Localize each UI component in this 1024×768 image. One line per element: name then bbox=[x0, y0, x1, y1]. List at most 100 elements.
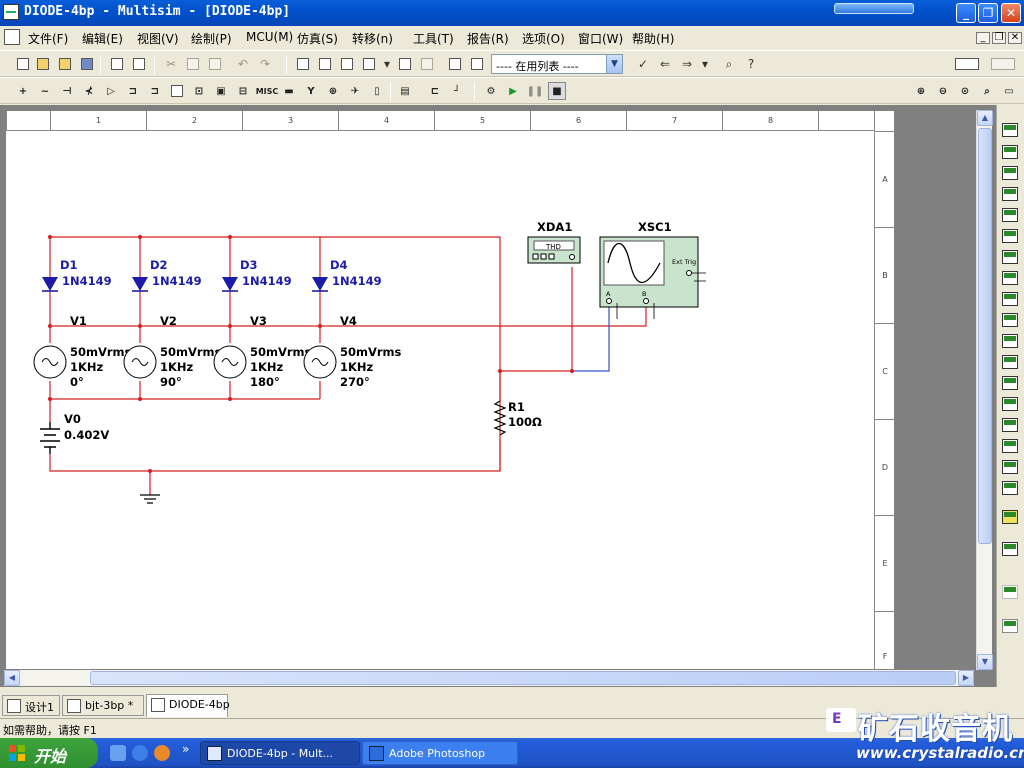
title-bar[interactable]: DIODE-4bp - Multisim - [DIODE-4bp] _ ❐ ✕ bbox=[0, 0, 1024, 26]
chevron-down-icon[interactable]: ▼ bbox=[606, 55, 622, 73]
oscilloscope-xsc1[interactable]: XSC1 Ext Trig A B bbox=[599, 220, 706, 319]
spreadsheet-view-icon[interactable] bbox=[316, 55, 334, 73]
place-ttl-icon[interactable]: ⊐ bbox=[124, 82, 142, 100]
grapher-dropdown-icon[interactable]: ▾ bbox=[378, 55, 396, 73]
horizontal-scrollbar[interactable]: ◀ ▶ bbox=[4, 670, 974, 686]
menu-view[interactable]: 视图(V) bbox=[137, 30, 179, 47]
electrical-rules-icon[interactable] bbox=[418, 55, 436, 73]
agilent-oscilloscope-icon[interactable] bbox=[1002, 460, 1018, 474]
place-cmos-icon[interactable]: ⊐ bbox=[146, 82, 164, 100]
save-icon[interactable] bbox=[78, 55, 96, 73]
place-diode-icon[interactable]: ⊣ bbox=[58, 82, 76, 100]
place-analog-icon[interactable]: ▷ bbox=[102, 82, 120, 100]
minimize-button[interactable]: _ bbox=[956, 3, 976, 23]
wattmeter-icon[interactable] bbox=[1002, 166, 1018, 180]
word-generator-icon[interactable] bbox=[1002, 271, 1018, 285]
diode-d4[interactable]: D4 1N4149 bbox=[312, 258, 382, 292]
help-icon[interactable]: ? bbox=[742, 55, 760, 73]
place-electromechanical-icon[interactable]: ⊕ bbox=[324, 82, 342, 100]
database-manager-icon[interactable] bbox=[338, 55, 356, 73]
undo-icon[interactable]: ↶ bbox=[234, 55, 252, 73]
place-basic-icon[interactable]: ~ bbox=[36, 82, 54, 100]
multisim-app-icon[interactable] bbox=[3, 4, 19, 20]
place-hierarchical-block-icon[interactable]: ▤ bbox=[396, 82, 414, 100]
open-sample-icon[interactable] bbox=[56, 55, 74, 73]
forward-annotate-icon[interactable]: ⇐ bbox=[656, 55, 674, 73]
diode-d1[interactable]: D1 1N4149 bbox=[42, 258, 112, 292]
quicklaunch-media-icon[interactable] bbox=[154, 745, 170, 761]
zoom-out-icon[interactable]: ⊖ bbox=[934, 82, 952, 100]
zoom-in-icon[interactable]: ⊕ bbox=[912, 82, 930, 100]
print-preview-icon[interactable] bbox=[130, 55, 148, 73]
logic-converter-icon[interactable] bbox=[1002, 313, 1018, 327]
scroll-right-icon[interactable]: ▶ bbox=[958, 670, 974, 686]
vertical-scroll-thumb[interactable] bbox=[978, 128, 992, 544]
frequency-counter-icon[interactable] bbox=[1002, 250, 1018, 264]
simulate-settings-icon[interactable]: ⚙ bbox=[482, 82, 500, 100]
menu-reports[interactable]: 报告(R) bbox=[467, 30, 509, 47]
taskbar-photoshop-window[interactable]: Adobe Photoshop bbox=[362, 741, 518, 765]
measurement-probe-icon[interactable] bbox=[1002, 510, 1018, 524]
channel-a-terminal[interactable] bbox=[606, 298, 612, 304]
scroll-up-icon[interactable]: ▲ bbox=[977, 110, 993, 126]
document-icon[interactable] bbox=[4, 29, 20, 45]
current-probe-icon[interactable] bbox=[1002, 619, 1018, 633]
place-misc-button[interactable]: MISC bbox=[256, 82, 279, 100]
tektronix-oscilloscope-icon[interactable] bbox=[1002, 481, 1018, 495]
network-analyzer-icon[interactable] bbox=[1002, 397, 1018, 411]
transfer-icon[interactable]: ⇒ bbox=[678, 55, 696, 73]
postprocessor-icon[interactable] bbox=[396, 55, 414, 73]
copy-icon[interactable] bbox=[184, 55, 202, 73]
four-channel-oscilloscope-icon[interactable] bbox=[1002, 208, 1018, 222]
menu-place[interactable]: 绘制(P) bbox=[191, 30, 232, 47]
place-misc-digital-icon[interactable] bbox=[168, 82, 186, 100]
mdi-close-button[interactable]: ✕ bbox=[1008, 32, 1022, 44]
place-mixed-icon[interactable]: ⊡ bbox=[190, 82, 208, 100]
ni-elvis-icon[interactable] bbox=[1002, 585, 1018, 599]
start-button[interactable]: 开始 bbox=[0, 738, 98, 768]
menu-help[interactable]: 帮助(H) bbox=[632, 30, 674, 47]
logic-analyzer-icon[interactable] bbox=[1002, 292, 1018, 306]
tab-design1[interactable]: 设计1 bbox=[2, 695, 60, 716]
zoom-fit-icon[interactable]: ⌕ bbox=[978, 82, 996, 100]
agilent-generator-icon[interactable] bbox=[1002, 418, 1018, 432]
agilent-multimeter-icon[interactable] bbox=[1002, 439, 1018, 453]
quicklaunch-ie-icon[interactable] bbox=[132, 745, 148, 761]
tab-diode-4bp[interactable]: DIODE-4bp bbox=[146, 694, 230, 717]
place-rf-icon[interactable]: Y bbox=[302, 82, 320, 100]
back-annotate-icon[interactable]: ✓ bbox=[634, 55, 652, 73]
resistor-r1[interactable]: R1 100Ω bbox=[493, 400, 542, 436]
diode-d3[interactable]: D3 1N4149 bbox=[222, 258, 292, 292]
scroll-left-icon[interactable]: ◀ bbox=[4, 670, 20, 686]
horizontal-scroll-thumb[interactable] bbox=[90, 671, 956, 685]
place-power-component-icon[interactable]: ⊟ bbox=[234, 82, 252, 100]
run-simulation-icon[interactable]: ▶ bbox=[504, 82, 522, 100]
bode-plotter-icon[interactable] bbox=[1002, 229, 1018, 243]
menu-options[interactable]: 选项(O) bbox=[522, 30, 565, 47]
channel-b-terminal[interactable] bbox=[643, 298, 649, 304]
grapher-icon[interactable] bbox=[360, 55, 378, 73]
3d-view-icon[interactable] bbox=[988, 55, 1018, 73]
create-component-icon[interactable] bbox=[446, 55, 464, 73]
vertical-scrollbar[interactable]: ▲ ▼ bbox=[976, 110, 993, 670]
place-bus-icon[interactable]: ⊏ bbox=[426, 82, 444, 100]
redo-icon[interactable]: ↷ bbox=[256, 55, 274, 73]
circuit-schematic[interactable]: D1 1N4149 D2 1N4149 D3 1N4149 D4 1N4149 … bbox=[6, 131, 874, 669]
function-generator-icon[interactable] bbox=[1002, 145, 1018, 159]
close-button[interactable]: ✕ bbox=[1001, 3, 1021, 23]
ext-trig-terminal[interactable] bbox=[686, 270, 692, 276]
scroll-down-icon[interactable]: ▼ bbox=[977, 654, 993, 670]
oscilloscope-icon[interactable] bbox=[1002, 187, 1018, 201]
menu-simulate[interactable]: 仿真(S) bbox=[297, 30, 338, 47]
print-icon[interactable] bbox=[108, 55, 126, 73]
cut-icon[interactable]: ✂ bbox=[162, 55, 180, 73]
tab-bjt-3bp[interactable]: bjt-3bp * bbox=[62, 695, 144, 716]
menu-file[interactable]: 文件(F) bbox=[28, 30, 68, 47]
find-examples-icon[interactable]: ⌕ bbox=[720, 55, 738, 73]
paste-icon[interactable] bbox=[206, 55, 224, 73]
spectrum-analyzer-icon[interactable] bbox=[1002, 376, 1018, 390]
new-file-icon[interactable] bbox=[14, 55, 32, 73]
transfer-dropdown-icon[interactable]: ▾ bbox=[696, 55, 714, 73]
distortion-analyzer-xda1[interactable]: XDA1 THD bbox=[527, 220, 581, 264]
stop-simulation-icon[interactable]: ■ bbox=[548, 82, 566, 100]
